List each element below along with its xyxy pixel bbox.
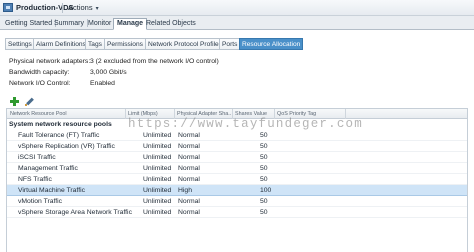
table-row[interactable]: iSCSI Traffic Unlimited Normal 50 bbox=[7, 152, 467, 163]
cell-limit: Unlimited bbox=[143, 142, 172, 150]
plus-icon[interactable] bbox=[10, 97, 19, 106]
cell-limit: Unlimited bbox=[143, 153, 172, 161]
property-value: 3,000 Gbit/s bbox=[90, 69, 127, 76]
cell-shares: Normal bbox=[178, 153, 200, 161]
cell-limit: Unlimited bbox=[143, 186, 172, 194]
subtab-settings[interactable]: Settings bbox=[5, 38, 35, 50]
property-value: Enabled bbox=[90, 80, 115, 87]
cell-limit: Unlimited bbox=[143, 197, 172, 205]
cell-shares-value: 50 bbox=[260, 197, 268, 205]
cell-name: Management Traffic bbox=[18, 164, 78, 172]
cell-name: Fault Tolerance (FT) Traffic bbox=[18, 131, 100, 139]
tab-summary[interactable]: Summary bbox=[54, 18, 88, 29]
actions-menu[interactable]: Actions ▾ bbox=[68, 3, 99, 12]
pencil-icon[interactable] bbox=[25, 97, 34, 106]
table-row[interactable]: vMotion Traffic Unlimited Normal 50 bbox=[7, 196, 467, 207]
subtab-ports[interactable]: Ports bbox=[219, 38, 241, 50]
table-row[interactable]: vSphere Replication (VR) Traffic Unlimit… bbox=[7, 141, 467, 152]
cell-shares-value: 100 bbox=[260, 186, 272, 194]
tab-getting-started[interactable]: Getting Started bbox=[5, 18, 57, 29]
sub-tab-bar: Settings Alarm Definitions Tags Permissi… bbox=[0, 31, 474, 52]
tab-manage[interactable]: Manage bbox=[113, 18, 148, 30]
tab-monitor[interactable]: Monitor bbox=[88, 18, 111, 29]
cell-limit: Unlimited bbox=[143, 164, 172, 172]
cell-shares: Normal bbox=[178, 142, 200, 150]
subtab-permissions[interactable]: Permissions bbox=[104, 38, 146, 50]
tab-related-objects[interactable]: Related Objects bbox=[146, 18, 196, 29]
property-label: Network I/O Control: bbox=[9, 80, 71, 87]
watermark-text: https://www.tayfundeger.com bbox=[128, 117, 363, 131]
distributed-switch-icon bbox=[3, 3, 13, 12]
subtab-network-protocol-profiles[interactable]: Network Protocol Profiles bbox=[145, 38, 226, 50]
cell-name: Virtual Machine Traffic bbox=[18, 186, 85, 194]
cell-limit: Unlimited bbox=[143, 175, 172, 183]
subtab-resource-allocation[interactable]: Resource Allocation bbox=[239, 38, 304, 50]
cell-shares-value: 50 bbox=[260, 153, 268, 161]
property-value: 3 (2 excluded from the network I/O contr… bbox=[90, 58, 219, 65]
table-row[interactable]: NFS Traffic Unlimited Normal 50 bbox=[7, 174, 467, 185]
cell-shares-value: 50 bbox=[260, 131, 268, 139]
cell-shares-value: 50 bbox=[260, 142, 268, 150]
cell-name: vMotion Traffic bbox=[18, 197, 63, 205]
subtab-alarm-definitions[interactable]: Alarm Definitions bbox=[33, 38, 89, 50]
window-titlebar: Production-VDS Actions ▾ bbox=[0, 0, 474, 16]
cell-shares-value: 50 bbox=[260, 164, 268, 172]
cell-shares: Normal bbox=[178, 131, 200, 139]
title-divider bbox=[62, 3, 63, 13]
window-title: Production-VDS bbox=[16, 3, 74, 12]
chevron-down-icon: ▾ bbox=[95, 6, 99, 12]
table-row[interactable]: Fault Tolerance (FT) Traffic Unlimited N… bbox=[7, 130, 467, 141]
cell-shares: Normal bbox=[178, 164, 200, 172]
top-tab-bar: Getting Started Summary Monitor Manage R… bbox=[0, 16, 474, 30]
property-label: Physical network adapters: bbox=[9, 58, 91, 65]
table-row[interactable]: vSphere Storage Area Network Traffic Unl… bbox=[7, 207, 467, 218]
cell-shares-value: 50 bbox=[260, 208, 268, 216]
cell-name: vSphere Replication (VR) Traffic bbox=[18, 142, 115, 150]
property-label: Bandwidth capacity: bbox=[9, 69, 70, 76]
table-row-selected[interactable]: Virtual Machine Traffic Unlimited High 1… bbox=[7, 185, 467, 196]
cell-shares: High bbox=[178, 186, 192, 194]
actions-label: Actions bbox=[68, 3, 93, 12]
subtab-tags[interactable]: Tags bbox=[85, 38, 105, 50]
cell-shares-value: 50 bbox=[260, 175, 268, 183]
cell-shares: Normal bbox=[178, 197, 200, 205]
table-row[interactable]: Management Traffic Unlimited Normal 50 bbox=[7, 163, 467, 174]
cell-name: NFS Traffic bbox=[18, 175, 52, 183]
column-header-network-resource-pool[interactable]: Network Resource Pool bbox=[10, 111, 120, 117]
cell-shares: Normal bbox=[178, 175, 200, 183]
cell-limit: Unlimited bbox=[143, 208, 172, 216]
cell-name: vSphere Storage Area Network Traffic bbox=[18, 208, 132, 216]
cell-name: iSCSI Traffic bbox=[18, 153, 56, 161]
cell-limit: Unlimited bbox=[143, 131, 172, 139]
cell-shares: Normal bbox=[178, 208, 200, 216]
